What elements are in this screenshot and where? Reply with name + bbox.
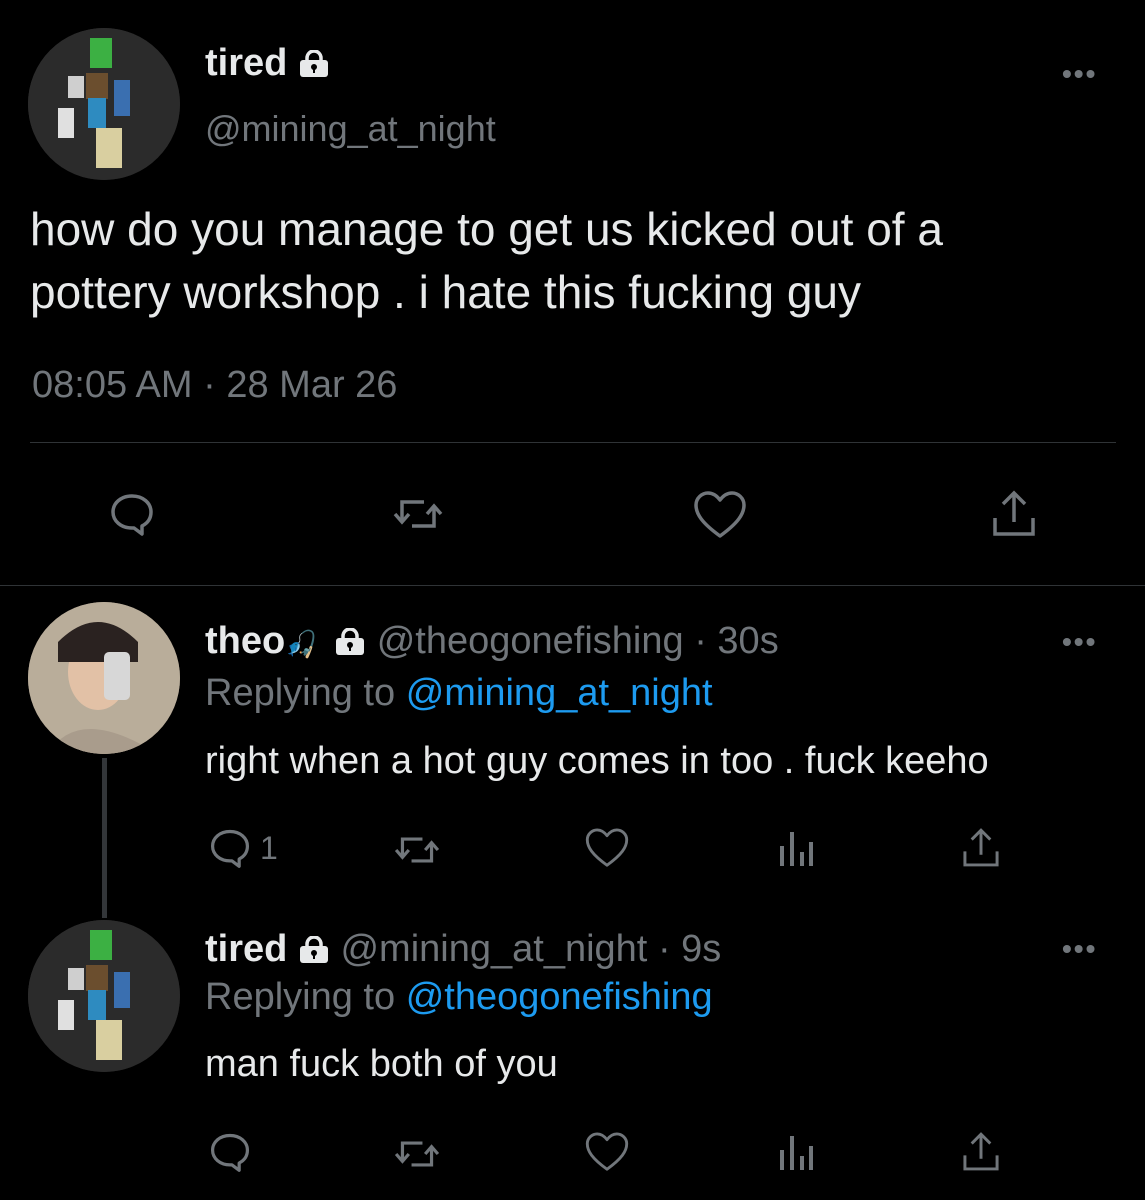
more-options-icon[interactable]: ••• (1062, 628, 1097, 656)
reply1-replying-to: Replying to @mining_at_night (205, 672, 713, 715)
more-options-icon[interactable]: ••• (1062, 60, 1097, 88)
retweet-icon[interactable] (392, 492, 444, 536)
keychain-avatar-image (28, 920, 180, 1072)
tweet-text-line1: how do you manage to get us kicked out o… (30, 203, 943, 255)
replying-prefix: Replying to (205, 672, 396, 714)
reply1-separator: · (694, 620, 707, 662)
more-options-icon[interactable]: ••• (1062, 935, 1097, 963)
tweet-timestamp[interactable]: 08:05 AM · 28 Mar 26 (32, 364, 397, 407)
share-icon[interactable] (960, 826, 1002, 870)
author-name[interactable]: tired (205, 42, 330, 85)
author-handle[interactable]: @mining_at_night (205, 108, 496, 150)
share-icon[interactable] (990, 488, 1038, 540)
reply-icon[interactable] (208, 1130, 252, 1174)
meta-separator: · (203, 364, 216, 406)
reply1-display-name[interactable]: theo (205, 620, 285, 662)
like-icon[interactable] (584, 826, 630, 870)
lock-icon (298, 936, 330, 964)
like-icon[interactable] (584, 1130, 630, 1174)
reply-icon[interactable] (208, 826, 252, 870)
reply1-text: right when a hot guy comes in too . fuck… (205, 740, 989, 782)
reply2-age[interactable]: 9s (681, 928, 721, 970)
analytics-icon[interactable] (776, 1130, 816, 1174)
theo-avatar-image (28, 602, 180, 754)
tweet-date: 28 Mar 26 (226, 364, 398, 406)
display-name[interactable]: tired (205, 42, 287, 84)
replying-prefix: Replying to (205, 976, 396, 1018)
reply2-display-name[interactable]: tired (205, 928, 287, 970)
reply2-text: man fuck both of you (205, 1043, 558, 1085)
reply2-separator: · (657, 928, 671, 970)
keychain-avatar-image (28, 28, 180, 180)
avatar-theo[interactable] (28, 602, 180, 754)
replying-to-link[interactable]: @theogonefishing (406, 976, 713, 1018)
share-icon[interactable] (960, 1130, 1002, 1174)
reply1-handle[interactable]: @theogonefishing (377, 620, 684, 662)
thread-line (102, 758, 107, 918)
tweet-text-line2: pottery workshop . i hate this fucking g… (30, 266, 861, 318)
divider-section (0, 585, 1145, 586)
reply2-header: tired @mining_at_night · 9s (205, 928, 721, 971)
retweet-icon[interactable] (393, 830, 441, 870)
like-icon[interactable] (692, 490, 748, 540)
lock-icon (298, 50, 330, 78)
reply2-handle[interactable]: @mining_at_night (340, 928, 647, 970)
reply-count: 1 (260, 830, 278, 866)
reply1-age[interactable]: 30s (717, 620, 778, 662)
reply1-header: theo🎣 @theogonefishing · 30s (205, 620, 779, 663)
reply2-replying-to: Replying to @theogonefishing (205, 976, 713, 1019)
replying-to-link[interactable]: @mining_at_night (406, 672, 713, 714)
tweet-time: 08:05 AM (32, 364, 193, 406)
lock-icon (334, 628, 366, 656)
reply-icon[interactable] (108, 490, 156, 538)
analytics-icon[interactable] (776, 826, 816, 870)
retweet-icon[interactable] (393, 1134, 441, 1174)
fishing-emoji: 🎣 (285, 629, 318, 659)
avatar-tired[interactable] (28, 28, 180, 180)
divider-main (30, 442, 1116, 443)
avatar-tired[interactable] (28, 920, 180, 1072)
